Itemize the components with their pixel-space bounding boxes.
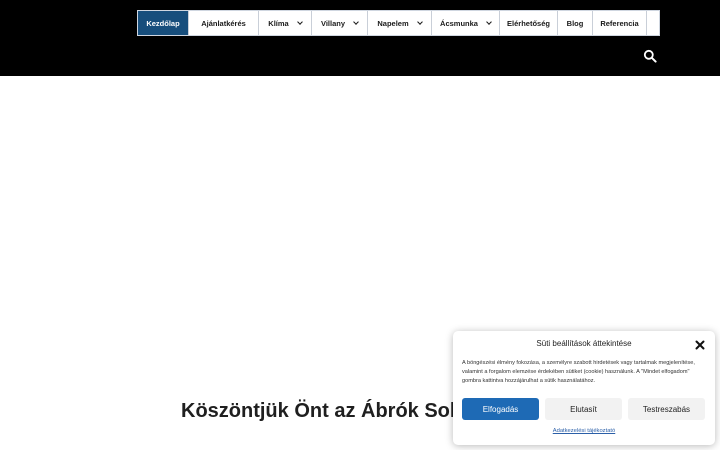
nav-item-label: Klíma — [268, 18, 289, 28]
nav-item-label: Kezdőlap — [146, 18, 180, 28]
cookie-description: A böngészési élmény fokozása, a személyr… — [462, 360, 695, 384]
chevron-down-icon — [416, 18, 423, 25]
chevron-down-icon — [353, 18, 359, 25]
nav-item-label: Ácsmunka — [440, 18, 478, 28]
deny-button[interactable]: Elutasít — [545, 398, 622, 420]
nav-item-kezdolap[interactable]: Kezdőlap — [138, 11, 189, 35]
nav-item-blog[interactable]: Blog — [558, 11, 593, 35]
close-icon[interactable] — [694, 338, 706, 350]
nav-item-klima[interactable]: Klíma — [259, 11, 312, 35]
cookie-dialog-title: Süti beállítások áttekintése — [536, 339, 632, 348]
nav-item-napelem[interactable]: Napelem — [368, 11, 432, 35]
page-title: Köszöntjük Önt az Ábrók Solar — [181, 400, 475, 422]
main-nav: Kezdőlap Ajánlatkérés Klíma Villany Nape… — [137, 10, 660, 36]
page: Kezdőlap Ajánlatkérés Klíma Villany Nape… — [0, 0, 720, 450]
nav-item-label: Blog — [566, 18, 584, 28]
nav-item-label: Ajánlatkérés — [201, 18, 246, 28]
nav-item-acsmunka[interactable]: Ácsmunka — [432, 11, 500, 35]
nav-item-label: Referencia — [600, 18, 639, 28]
accept-button[interactable]: Elfogadás — [462, 398, 539, 420]
nav-item-ajanlatkeres[interactable]: Ajánlatkérés — [189, 11, 259, 35]
nav-item-elerhetoseg[interactable]: Elérhetőség — [500, 11, 558, 35]
nav-item-label: Elérhetőség — [507, 18, 550, 28]
privacy-policy-link[interactable]: Adatkezelési tájékoztató — [453, 428, 715, 434]
search-icon[interactable] — [643, 49, 657, 63]
chevron-down-icon — [486, 18, 492, 25]
cookie-consent-dialog: Süti beállítások áttekintése A böngészés… — [453, 331, 715, 445]
nav-item-villany[interactable]: Villany — [312, 11, 368, 35]
nav-item-label: Napelem — [377, 18, 409, 28]
chevron-down-icon — [296, 18, 303, 25]
site-header: Kezdőlap Ajánlatkérés Klíma Villany Nape… — [0, 0, 720, 76]
nav-item-label: Villany — [320, 18, 346, 28]
preferences-button[interactable]: Testreszabás — [628, 398, 705, 420]
nav-item-referencia[interactable]: Referencia — [593, 11, 647, 35]
